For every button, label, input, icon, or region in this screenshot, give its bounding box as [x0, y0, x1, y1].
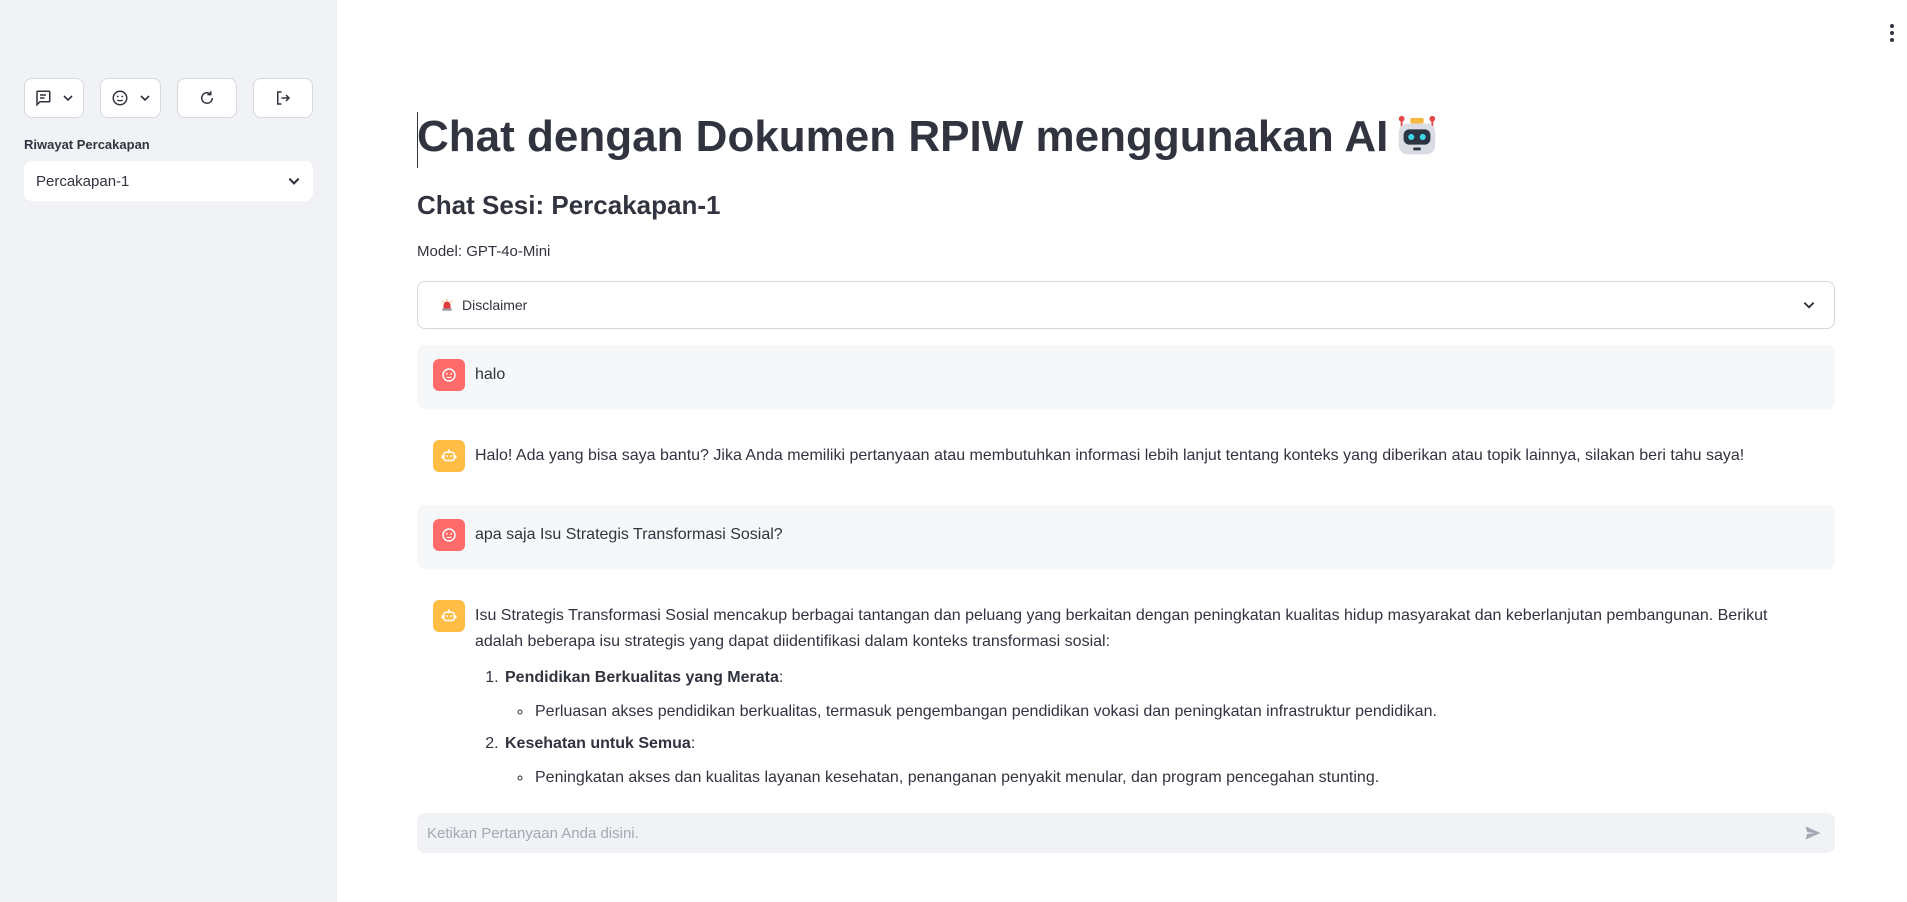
refresh-button[interactable]: [177, 78, 237, 118]
message-text: Halo! Ada yang bisa saya bantu? Jika And…: [475, 447, 1745, 464]
avatar-select-button[interactable]: [100, 78, 161, 118]
main-menu-button[interactable]: [1889, 24, 1895, 42]
dot: [1890, 24, 1894, 28]
history-selected-value: Percakapan-1: [36, 172, 130, 190]
disclaimer-label: Disclaimer: [462, 297, 528, 313]
page-title: Chat dengan Dokumen RPIW menggunakan AI: [417, 112, 1440, 168]
robot-icon: [441, 449, 457, 462]
logout-button[interactable]: [253, 78, 313, 118]
history-select[interactable]: Percakapan-1: [24, 161, 313, 201]
chat-mode-button[interactable]: [24, 78, 84, 118]
model-label: Model: GPT-4o-Mini: [417, 243, 551, 260]
assistant-avatar: [433, 440, 465, 472]
user-avatar: [433, 519, 465, 551]
list-item: Kesehatan untuk Semua: Peningkatan akses…: [503, 731, 1819, 791]
list-item: Pendidikan Berkualitas yang Merata: Perl…: [503, 665, 1819, 725]
send-icon[interactable]: [1803, 823, 1823, 843]
chat-input[interactable]: [427, 824, 1727, 842]
chat-icon: [36, 90, 51, 107]
message-text: apa saja Isu Strategis Transformasi Sosi…: [475, 526, 783, 543]
list-item-heading: Kesehatan untuk Semua: [505, 735, 691, 752]
dot: [1890, 38, 1894, 42]
chevron-down-icon: [139, 95, 150, 102]
chat-input-bar: [417, 813, 1835, 853]
refresh-icon: [201, 91, 213, 104]
chat-message-user: halo: [417, 345, 1835, 409]
chat-message-assistant: Halo! Ada yang bisa saya bantu? Jika And…: [417, 426, 1835, 490]
sub-list: Perluasan akses pendidikan berkualitas, …: [533, 699, 1819, 725]
answer-intro: Isu Strategis Transformasi Sosial mencak…: [475, 607, 1768, 650]
face-icon: [442, 528, 456, 542]
message-text: halo: [475, 366, 506, 383]
chat-message-assistant: Isu Strategis Transformasi Sosial mencak…: [417, 586, 1835, 806]
logout-icon: [277, 91, 291, 105]
dot: [1890, 31, 1894, 35]
chevron-down-icon: [63, 95, 73, 102]
disclaimer-expander[interactable]: Disclaimer: [417, 281, 1835, 329]
list-item-heading: Pendidikan Berkualitas yang Merata: [505, 669, 779, 686]
assistant-avatar: [433, 600, 465, 632]
list-item-suffix: :: [778, 669, 784, 686]
chat-message-user: apa saja Isu Strategis Transformasi Sosi…: [417, 505, 1835, 569]
sub-list-item: Perluasan akses pendidikan berkualitas, …: [533, 699, 1819, 725]
user-avatar: [433, 359, 465, 391]
history-label: Riwayat Percakapan: [24, 137, 150, 152]
siren-icon: [441, 298, 453, 311]
list-item-suffix: :: [690, 735, 696, 752]
text-cursor: [417, 112, 418, 168]
chevron-down-icon: [288, 177, 300, 185]
answer-list: Pendidikan Berkualitas yang Merata: Perl…: [503, 665, 1819, 791]
main-content: Chat dengan Dokumen RPIW menggunakan AI …: [417, 0, 1835, 902]
sidebar: Riwayat Percakapan Percakapan-1: [0, 0, 337, 902]
message-text: Isu Strategis Transformasi Sosial mencak…: [475, 600, 1819, 792]
robot-icon: [441, 609, 457, 622]
robot-icon: [1399, 115, 1436, 155]
sub-list-item: Peningkatan akses dan kualitas layanan k…: [533, 765, 1819, 791]
sub-list: Peningkatan akses dan kualitas layanan k…: [533, 765, 1819, 791]
face-icon: [112, 90, 127, 106]
face-icon: [442, 368, 456, 382]
session-title: Chat Sesi: Percakapan-1: [417, 190, 721, 220]
chevron-down-icon: [1803, 302, 1815, 309]
page-title-text: Chat dengan Dokumen RPIW menggunakan AI: [417, 112, 1389, 161]
